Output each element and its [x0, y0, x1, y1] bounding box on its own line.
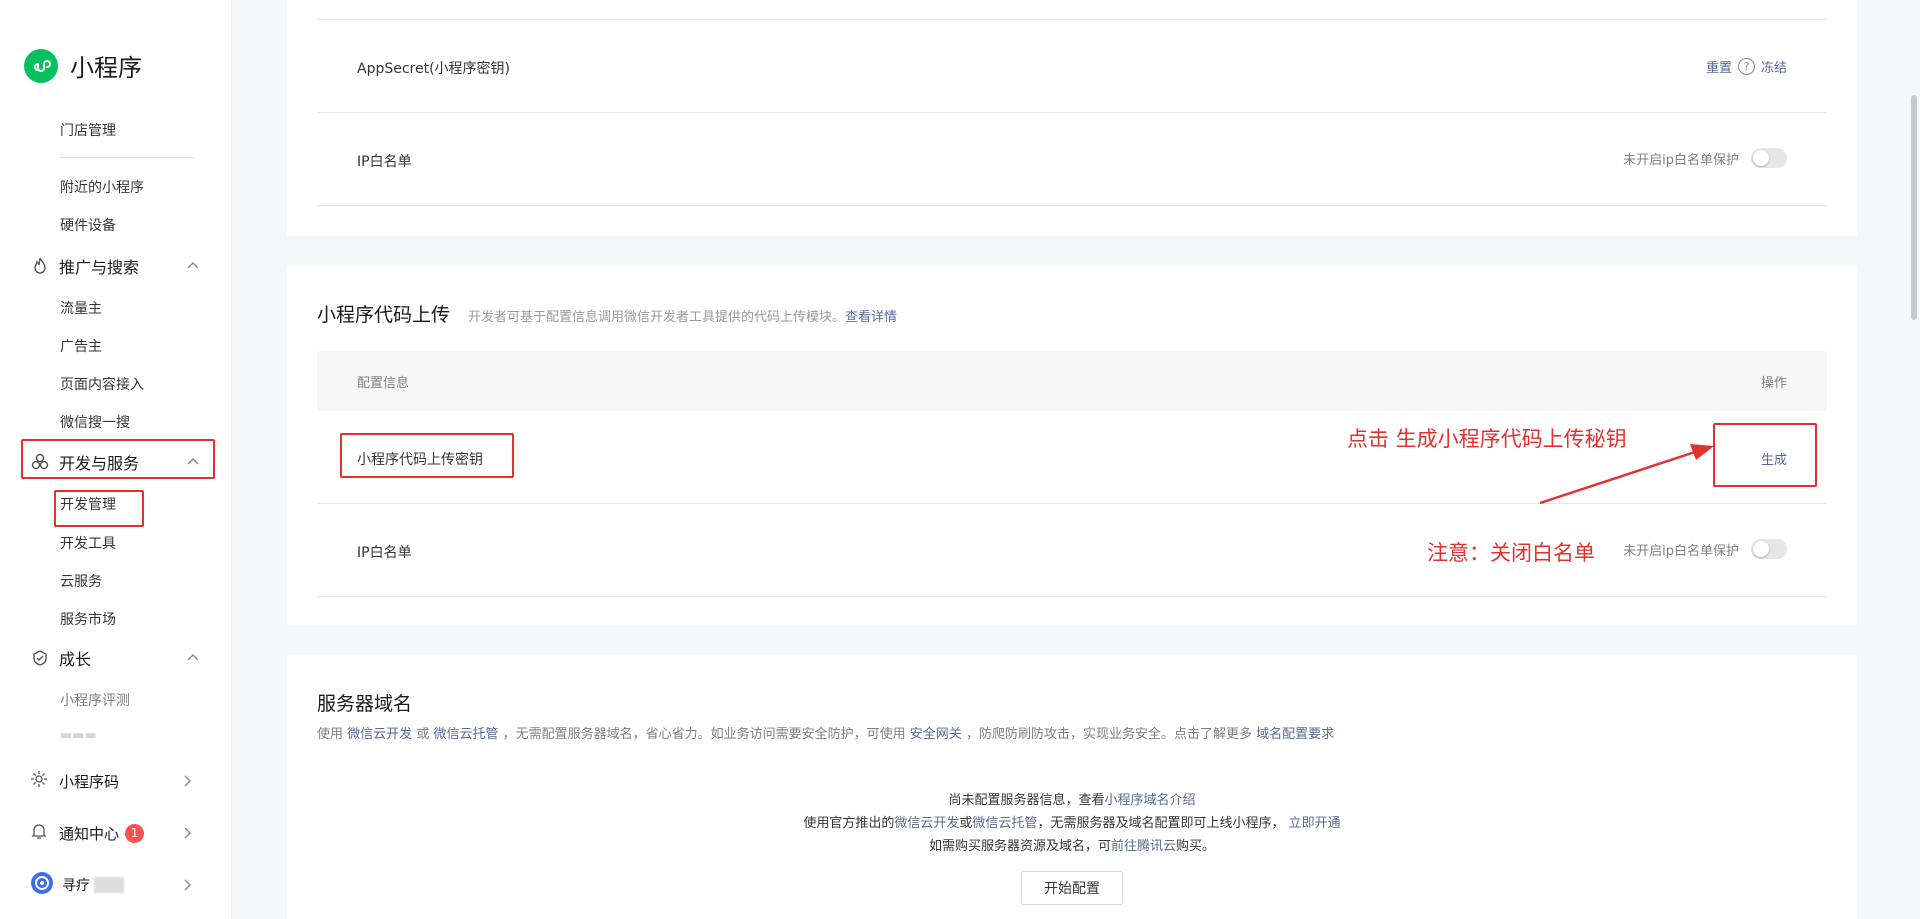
- sidebar-notifications-label: 通知中心: [59, 824, 120, 843]
- avatar: [30, 871, 54, 899]
- buy-server-line: 如需购买服务器资源及域名，可前往腾讯云购买。: [928, 839, 1216, 854]
- sidebar-item-faded: ▬▬▬: [60, 728, 97, 743]
- sidebar: 小程序 门店管理 附近的小程序 硬件设备 推广与搜索 流量主 广告主 页面内容接…: [0, 0, 232, 919]
- upload-ip-whitelist-label: IP白名单: [357, 545, 412, 561]
- server-domain-panel: 服务器域名 使用 微信云开发 或 微信云托管 ，无需配置服务器域名，省心省力。如…: [287, 655, 1857, 919]
- upload-ip-whitelist-row: IP白名单 未开启ip白名单保护: [317, 504, 1827, 597]
- cloud-host-link[interactable]: 微信云托管: [433, 727, 498, 742]
- annotation-box-dev-service: [21, 439, 215, 479]
- sidebar-group-label: 推广与搜索: [59, 258, 140, 277]
- ip-whitelist-row: IP白名单 未开启ip白名单保护: [317, 113, 1827, 206]
- view-details-link[interactable]: 查看详情: [845, 310, 897, 325]
- annotation-close-whitelist: 注意：关闭白名单: [1427, 541, 1595, 565]
- sidebar-qrcode-label: 小程序码: [59, 772, 120, 791]
- chevron-right-icon: [180, 825, 194, 844]
- sidebar-item-advertiser[interactable]: 广告主: [60, 336, 102, 356]
- reset-link[interactable]: 重置: [1706, 57, 1732, 76]
- code-upload-title-row: 小程序代码上传 开发者可基于配置信息调用微信开发者工具提供的代码上传模块。查看详情: [317, 300, 897, 327]
- ip-whitelist-status: 未开启ip白名单保护: [1623, 152, 1739, 168]
- qrcode-icon: [30, 770, 48, 792]
- cloud-host-link-2[interactable]: 微信云托管: [972, 816, 1037, 831]
- ip-whitelist-label: IP白名单: [357, 154, 412, 170]
- notification-count-badge: 1: [125, 823, 145, 843]
- annotation-box-dev-management: [54, 490, 144, 527]
- freeze-link[interactable]: 冻结: [1761, 57, 1787, 76]
- sidebar-qrcode[interactable]: 小程序码: [30, 766, 200, 796]
- row-top-edge: [317, 0, 1827, 20]
- flame-icon: [30, 256, 50, 276]
- help-icon[interactable]: ?: [1737, 58, 1755, 75]
- sidebar-notifications[interactable]: 通知中心 1: [30, 818, 200, 848]
- cloud-dev-link-2[interactable]: 微信云开发: [894, 816, 959, 831]
- sidebar-item-store-management[interactable]: 门店管理: [60, 120, 116, 140]
- sidebar-account[interactable]: 寻疗: [30, 870, 200, 900]
- security-gateway-link[interactable]: 安全网关: [910, 727, 962, 742]
- cloud-dev-link[interactable]: 微信云开发: [347, 727, 412, 742]
- upload-ip-whitelist-status: 未开启ip白名单保护: [1623, 543, 1739, 559]
- sidebar-item-cloud-service[interactable]: 云服务: [60, 571, 102, 591]
- growth-icon: [30, 648, 50, 668]
- chevron-right-icon: [180, 877, 194, 896]
- appsecret-label: AppSecret(小程序密钥): [357, 61, 511, 77]
- sidebar-item-wechat-search[interactable]: 微信搜一搜: [60, 412, 130, 432]
- sidebar-item-evaluation[interactable]: 小程序评测: [60, 690, 130, 710]
- sidebar-item-nearby[interactable]: 附近的小程序: [60, 177, 144, 197]
- no-server-info-line: 尚未配置服务器信息，查看小程序域名介绍: [948, 793, 1196, 808]
- cloud-offer-line: 使用官方推出的微信云开发或微信云托管，无需服务器及域名配置即可上线小程序， 立即…: [803, 816, 1341, 831]
- account-name-redacted: [94, 877, 124, 893]
- annotation-arrow: [1539, 444, 1714, 505]
- server-domain-desc: 使用 微信云开发 或 微信云托管 ，无需配置服务器域名，省心省力。如业务访问需要…: [317, 727, 1335, 742]
- chevron-up-icon: [186, 650, 200, 669]
- miniprogram-logo-icon: [24, 48, 58, 83]
- sidebar-divider: [60, 157, 194, 158]
- server-domain-title: 服务器域名: [317, 693, 413, 715]
- sidebar-item-traffic-master[interactable]: 流量主: [60, 298, 102, 318]
- code-upload-desc: 开发者可基于配置信息调用微信开发者工具提供的代码上传模块。: [468, 310, 846, 325]
- sidebar-group-growth[interactable]: 成长: [30, 643, 200, 673]
- domain-requirements-link[interactable]: 域名配置要求: [1256, 727, 1334, 742]
- annotation-box-upload-key: [340, 433, 514, 478]
- bell-icon: [30, 822, 48, 844]
- sidebar-item-dev-tools[interactable]: 开发工具: [60, 533, 116, 553]
- appsecret-panel: AppSecret(小程序密钥) 重置 ? 冻结 IP白名单 未开启ip白名单保…: [287, 0, 1857, 236]
- col-config-info: 配置信息: [357, 376, 410, 391]
- config-table-header: 配置信息 操作: [317, 351, 1827, 411]
- sidebar-item-service-market[interactable]: 服务市场: [60, 609, 116, 629]
- scrollbar-thumb[interactable]: [1911, 95, 1917, 320]
- ip-whitelist-toggle[interactable]: [1751, 148, 1787, 168]
- code-upload-title: 小程序代码上传: [317, 304, 451, 326]
- start-config-button[interactable]: 开始配置: [1021, 871, 1123, 905]
- sidebar-group-promotion[interactable]: 推广与搜索: [30, 251, 200, 281]
- annotation-box-generate: [1713, 423, 1817, 487]
- domain-intro-link[interactable]: 小程序域名介绍: [1105, 793, 1196, 808]
- brand-title: 小程序: [70, 54, 142, 82]
- chevron-up-icon: [186, 258, 200, 277]
- tencent-cloud-link[interactable]: 前往腾讯云: [1111, 839, 1176, 854]
- sidebar-item-page-content[interactable]: 页面内容接入: [60, 374, 144, 394]
- chevron-right-icon: [180, 773, 194, 792]
- brand: 小程序: [24, 48, 142, 83]
- account-name: 寻疗: [62, 878, 90, 894]
- sidebar-group-label: 成长: [59, 650, 92, 669]
- appsecret-row: AppSecret(小程序密钥) 重置 ? 冻结: [317, 20, 1827, 113]
- upload-ip-whitelist-toggle[interactable]: [1751, 539, 1787, 559]
- col-action: 操作: [1760, 376, 1787, 391]
- activate-now-link[interactable]: 立即开通: [1289, 816, 1341, 831]
- sidebar-item-hardware[interactable]: 硬件设备: [60, 215, 116, 235]
- page-scrollbar[interactable]: [1908, 0, 1920, 919]
